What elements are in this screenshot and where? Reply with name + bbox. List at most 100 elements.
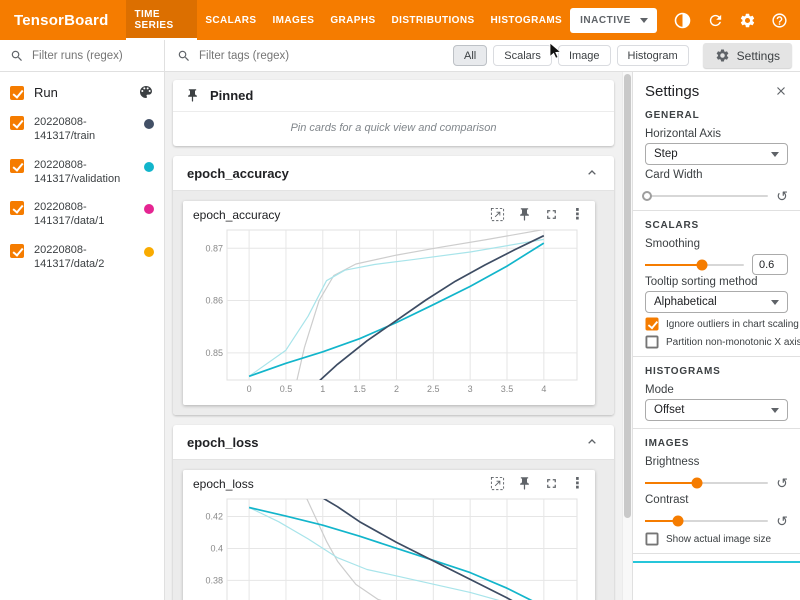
- svg-text:0.87: 0.87: [205, 243, 223, 253]
- top-bar: TensorBoard TIME SERIES SCALARS IMAGES G…: [0, 0, 800, 40]
- run-row-data-1[interactable]: 20220808-141317/data/1: [0, 193, 164, 236]
- tab-scalars[interactable]: SCALARS: [197, 0, 264, 40]
- section-header-epoch-loss[interactable]: epoch_loss: [173, 425, 614, 459]
- epoch-accuracy-chart[interactable]: 00.511.522.533.540.850.860.87: [193, 224, 585, 396]
- theme-toggle-icon[interactable]: [671, 8, 695, 33]
- svg-text:0: 0: [247, 384, 252, 394]
- epoch-loss-chart[interactable]: 00.511.522.533.540.360.380.40.42: [193, 493, 585, 600]
- reset-icon[interactable]: ↺: [776, 189, 788, 203]
- more-options-icon[interactable]: ⋮: [570, 207, 585, 222]
- fit-to-data-icon[interactable]: [490, 207, 505, 222]
- palette-icon[interactable]: [138, 84, 154, 100]
- section-epoch-loss: epoch_loss epoch_loss: [173, 425, 614, 600]
- section-header-epoch-accuracy[interactable]: epoch_accuracy: [173, 156, 614, 190]
- tooltip-sorting-select[interactable]: Alphabetical: [645, 291, 788, 313]
- horizontal-axis-select[interactable]: Step: [645, 143, 788, 165]
- settings-panel-header: Settings: [645, 80, 788, 102]
- chart-card-epoch-loss: epoch_loss: [183, 470, 595, 600]
- slider-knob[interactable]: [697, 259, 708, 270]
- run-checkbox[interactable]: [10, 159, 24, 173]
- content-row: Pinned Pin cards for a quick view and co…: [165, 72, 800, 600]
- show-actual-size-checkbox[interactable]: [645, 532, 658, 545]
- svg-text:0.4: 0.4: [210, 543, 223, 553]
- run-checkbox[interactable]: [10, 116, 24, 130]
- slider-knob[interactable]: [642, 191, 652, 201]
- close-icon[interactable]: [774, 84, 788, 98]
- slider-knob[interactable]: [673, 515, 684, 526]
- fit-to-data-icon[interactable]: [490, 476, 505, 491]
- chart-card-title: epoch_accuracy: [193, 208, 478, 222]
- runs-column-title: Run: [34, 85, 128, 100]
- chevron-up-icon[interactable]: [584, 434, 600, 450]
- run-checkbox[interactable]: [10, 201, 24, 215]
- run-checkbox[interactable]: [10, 244, 24, 258]
- chevron-down-icon: [771, 300, 779, 305]
- horizontal-axis-label: Horizontal Axis: [645, 128, 788, 141]
- filter-chip-image[interactable]: Image: [558, 45, 611, 66]
- ignore-outliers-checkbox[interactable]: [645, 317, 658, 330]
- chevron-down-icon: [640, 18, 648, 23]
- run-color-dot[interactable]: [144, 119, 154, 129]
- tab-distributions[interactable]: DISTRIBUTIONS: [384, 0, 483, 40]
- smoothing-slider[interactable]: [645, 264, 744, 266]
- select-all-runs-checkbox[interactable]: [10, 86, 24, 100]
- main-column: All Scalars Image Histogram Settings Pin…: [165, 40, 800, 600]
- pinned-title: Pinned: [210, 88, 253, 103]
- partition-x-axis-row[interactable]: Partition non-monotonic X axis i: [645, 335, 788, 349]
- pin-card-icon[interactable]: [517, 207, 532, 222]
- card-width-slider[interactable]: [645, 195, 768, 197]
- smoothing-value-input[interactable]: 0.6: [752, 254, 788, 275]
- svg-text:0.85: 0.85: [205, 348, 223, 358]
- tab-graphs[interactable]: GRAPHS: [322, 0, 383, 40]
- smoothing-slider-row: 0.6: [645, 257, 788, 272]
- pin-icon: [185, 88, 200, 103]
- filter-runs-input[interactable]: [32, 50, 154, 62]
- contrast-slider[interactable]: [645, 520, 768, 522]
- slider-knob[interactable]: [691, 477, 702, 488]
- run-color-dot[interactable]: [144, 204, 154, 214]
- filter-chip-histogram[interactable]: Histogram: [617, 45, 689, 66]
- pin-card-icon[interactable]: [517, 476, 532, 491]
- tab-histograms[interactable]: HISTOGRAMS: [483, 0, 571, 40]
- histogram-mode-select[interactable]: Offset: [645, 399, 788, 421]
- fullscreen-icon[interactable]: [544, 207, 559, 222]
- chevron-up-icon[interactable]: [584, 165, 600, 181]
- settings-button[interactable]: Settings: [703, 43, 792, 68]
- app-logo[interactable]: TensorBoard: [0, 0, 126, 40]
- filter-tags-input[interactable]: [199, 50, 329, 62]
- more-options-icon[interactable]: ⋮: [570, 476, 585, 491]
- refresh-icon[interactable]: [703, 8, 727, 33]
- show-actual-size-row[interactable]: Show actual image size: [645, 532, 788, 546]
- ignore-outliers-row[interactable]: Ignore outliers in chart scaling: [645, 317, 788, 331]
- run-row-validation[interactable]: 20220808-141317/validation: [0, 151, 164, 194]
- contrast-slider-row: ↺: [645, 513, 788, 528]
- filter-chip-scalars[interactable]: Scalars: [493, 45, 552, 66]
- reset-icon[interactable]: ↺: [776, 514, 788, 528]
- pinned-header: Pinned: [173, 80, 614, 112]
- fullscreen-icon[interactable]: [544, 476, 559, 491]
- tab-time-series[interactable]: TIME SERIES: [126, 0, 197, 40]
- data-status-label: INACTIVE: [580, 15, 631, 26]
- run-color-dot[interactable]: [144, 247, 154, 257]
- tag-filter-toolbar: All Scalars Image Histogram Settings: [165, 40, 800, 72]
- run-row-data-2[interactable]: 20220808-141317/data/2: [0, 236, 164, 279]
- divider: [633, 356, 800, 357]
- run-color-dot[interactable]: [144, 162, 154, 172]
- search-icon: [177, 49, 191, 63]
- brightness-slider[interactable]: [645, 482, 768, 484]
- run-row-train[interactable]: 20220808-141317/train: [0, 108, 164, 151]
- scrollbar-thumb[interactable]: [624, 74, 631, 518]
- filter-chip-all[interactable]: All: [453, 45, 487, 66]
- settings-panel: Settings GENERAL Horizontal Axis Step Ca…: [632, 72, 800, 600]
- vertical-scrollbar[interactable]: [622, 72, 632, 600]
- tab-images[interactable]: IMAGES: [265, 0, 323, 40]
- help-icon[interactable]: [768, 8, 792, 33]
- reset-icon[interactable]: ↺: [776, 476, 788, 490]
- data-status-select[interactable]: INACTIVE: [570, 8, 657, 33]
- svg-text:1: 1: [320, 384, 325, 394]
- partition-x-axis-checkbox[interactable]: [645, 335, 658, 348]
- gear-icon[interactable]: [735, 8, 759, 33]
- card-width-label: Card Width: [645, 169, 788, 182]
- chart-card-title: epoch_loss: [193, 477, 478, 491]
- filter-runs-box[interactable]: [0, 40, 164, 72]
